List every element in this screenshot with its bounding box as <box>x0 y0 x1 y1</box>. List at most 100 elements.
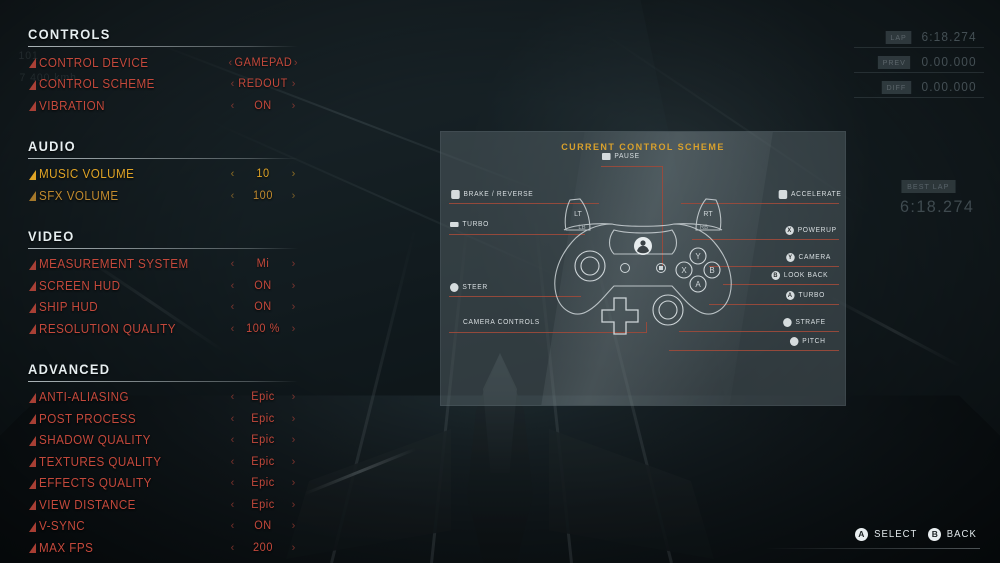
bullet-marker-icon <box>28 456 37 468</box>
setting-row-max-fps[interactable]: MAX FPS ‹ 200 › <box>28 537 298 559</box>
chevron-right-icon[interactable]: › <box>293 57 298 69</box>
prompt-select[interactable]: A SELECT <box>854 528 919 541</box>
chevron-left-icon[interactable]: ‹ <box>228 542 237 554</box>
setting-row-shadow-quality[interactable]: SHADOW QUALITY ‹ Epic › <box>28 430 298 452</box>
chevron-right-icon[interactable]: › <box>289 499 298 511</box>
setting-row-music-volume[interactable]: MUSIC VOLUME ‹ 10 › <box>28 164 298 186</box>
section-title: AUDIO <box>28 137 76 154</box>
setting-row-textures-quality[interactable]: TEXTURES QUALITY ‹ Epic › <box>28 451 298 473</box>
section-divider <box>28 380 298 382</box>
pad-label-rb: RB <box>700 225 708 231</box>
panel-title: CURRENT CONTROL SCHEME <box>561 142 725 153</box>
setting-row-anti-aliasing[interactable]: ANTI-ALIASING ‹ Epic › <box>28 387 298 409</box>
setting-value: Epic <box>251 434 275 447</box>
label-steer: STEER <box>449 283 488 292</box>
chevron-right-icon[interactable]: › <box>289 323 298 335</box>
chevron-right-icon[interactable]: › <box>289 434 298 446</box>
hud-stat-prev: PREV 0.00.000 <box>877 55 978 69</box>
trigger-icon-lt <box>451 190 460 199</box>
hud-tag: DIFF <box>881 80 911 94</box>
pad-label-lt: LT <box>574 211 582 218</box>
pad-label-b: B <box>709 266 714 275</box>
setting-row-control-scheme[interactable]: CONTROL SCHEME ‹ REDOUT › <box>28 74 298 96</box>
best-lap-tag: BEST LAP <box>901 180 955 193</box>
setting-row-sfx-volume[interactable]: SFX VOLUME ‹ 100 › <box>28 185 298 207</box>
setting-row-control-device[interactable]: CONTROL DEVICE ‹ GAMEPAD › <box>28 52 298 74</box>
chevron-right-icon[interactable]: › <box>289 78 298 90</box>
chevron-right-icon[interactable]: › <box>289 413 298 425</box>
chevron-right-icon[interactable]: › <box>289 391 298 403</box>
section-divider <box>28 247 298 249</box>
setting-stepper: ‹ ON › <box>228 520 298 532</box>
chevron-left-icon[interactable]: ‹ <box>228 168 237 180</box>
best-lap-readout: BEST LAP 6:18.274 <box>900 176 978 217</box>
setting-row-v-sync[interactable]: V-SYNC ‹ ON › <box>28 516 298 538</box>
chevron-right-icon[interactable]: › <box>289 258 298 270</box>
chevron-right-icon[interactable]: › <box>289 100 298 112</box>
chevron-left-icon[interactable]: ‹ <box>228 434 237 446</box>
trigger-icon-rt <box>778 190 788 199</box>
prompt-back[interactable]: B BACK <box>928 528 978 541</box>
bullet-marker-icon <box>28 499 37 511</box>
label-text: TURBO <box>798 292 825 299</box>
setting-row-effects-quality[interactable]: EFFECTS QUALITY ‹ Epic › <box>28 473 298 495</box>
chevron-right-icon[interactable]: › <box>289 280 298 292</box>
label-pause: PAUSE <box>601 153 640 160</box>
label-turbo-left: TURBO <box>450 221 489 228</box>
setting-stepper: ‹ Epic › <box>228 477 298 489</box>
hud-tag: PREV <box>878 55 911 69</box>
label-text: TURBO <box>462 221 489 228</box>
chevron-left-icon[interactable]: ‹ <box>228 520 237 532</box>
setting-value: Epic <box>251 391 275 404</box>
setting-row-view-distance[interactable]: VIEW DISTANCE ‹ Epic › <box>28 494 298 516</box>
label-text: ACCELERATE <box>791 191 842 198</box>
pad-menu-button <box>659 266 663 270</box>
chevron-right-icon[interactable]: › <box>289 168 298 180</box>
chevron-right-icon[interactable]: › <box>289 301 298 313</box>
chevron-right-icon[interactable]: › <box>289 477 298 489</box>
control-scheme-panel: CURRENT CONTROL SCHEME BRAKE / REVERSE T… <box>440 131 846 406</box>
bumper-icon-lb <box>450 222 459 227</box>
label-brake-reverse: BRAKE / REVERSE <box>451 190 533 199</box>
setting-stepper: ‹ Epic › <box>228 499 298 511</box>
bullet-marker-icon <box>28 478 37 489</box>
settings-section-audio: AUDIO MUSIC VOLUME ‹ 10 › SFX VOLUME ‹ 100 › <box>28 138 298 207</box>
setting-row-ship-hud[interactable]: SHIP HUD ‹ ON › <box>28 297 298 319</box>
chevron-right-icon[interactable]: › <box>289 190 298 202</box>
chevron-left-icon[interactable]: ‹ <box>228 323 237 335</box>
y-button-icon: Y <box>786 253 795 262</box>
chevron-left-icon[interactable]: ‹ <box>228 301 237 313</box>
chevron-left-icon[interactable]: ‹ <box>228 280 237 292</box>
setting-stepper: ‹ 200 › <box>228 542 298 554</box>
setting-row-post-process[interactable]: POST PROCESS ‹ Epic › <box>28 408 298 430</box>
prompt-divider <box>765 548 980 549</box>
chevron-right-icon[interactable]: › <box>289 542 298 554</box>
setting-row-vibration[interactable]: VIBRATION ‹ ON › <box>28 95 298 117</box>
chevron-left-icon[interactable]: ‹ <box>228 258 237 270</box>
hud-rule-3 <box>854 97 984 98</box>
chevron-left-icon[interactable]: ‹ <box>228 57 233 69</box>
section-divider <box>28 157 298 159</box>
chevron-right-icon[interactable]: › <box>289 456 298 468</box>
setting-label: RESOLUTION QUALITY <box>39 321 176 336</box>
setting-stepper: ‹ Epic › <box>228 413 298 425</box>
chevron-left-icon[interactable]: ‹ <box>228 78 237 90</box>
chevron-left-icon[interactable]: ‹ <box>228 499 237 511</box>
chevron-left-icon[interactable]: ‹ <box>228 391 237 403</box>
setting-row-screen-hud[interactable]: SCREEN HUD ‹ ON › <box>28 275 298 297</box>
chevron-right-icon[interactable]: › <box>289 520 298 532</box>
chevron-left-icon[interactable]: ‹ <box>228 413 237 425</box>
pad-label-rt: RT <box>703 211 713 218</box>
setting-stepper: ‹ Epic › <box>228 391 298 403</box>
chevron-left-icon[interactable]: ‹ <box>228 456 237 468</box>
a-button-icon: A <box>786 291 795 300</box>
setting-row-measurement-system[interactable]: MEASUREMENT SYSTEM ‹ Mi › <box>28 254 298 276</box>
setting-value: 200 <box>253 541 273 554</box>
setting-row-resolution-quality[interactable]: RESOLUTION QUALITY ‹ 100 % › <box>28 318 298 340</box>
setting-stepper: ‹ ON › <box>228 100 298 112</box>
chevron-left-icon[interactable]: ‹ <box>228 477 237 489</box>
chevron-left-icon[interactable]: ‹ <box>228 190 237 202</box>
chevron-left-icon[interactable]: ‹ <box>228 100 237 112</box>
hud-rule-1 <box>854 47 984 48</box>
setting-value: Epic <box>251 477 275 490</box>
